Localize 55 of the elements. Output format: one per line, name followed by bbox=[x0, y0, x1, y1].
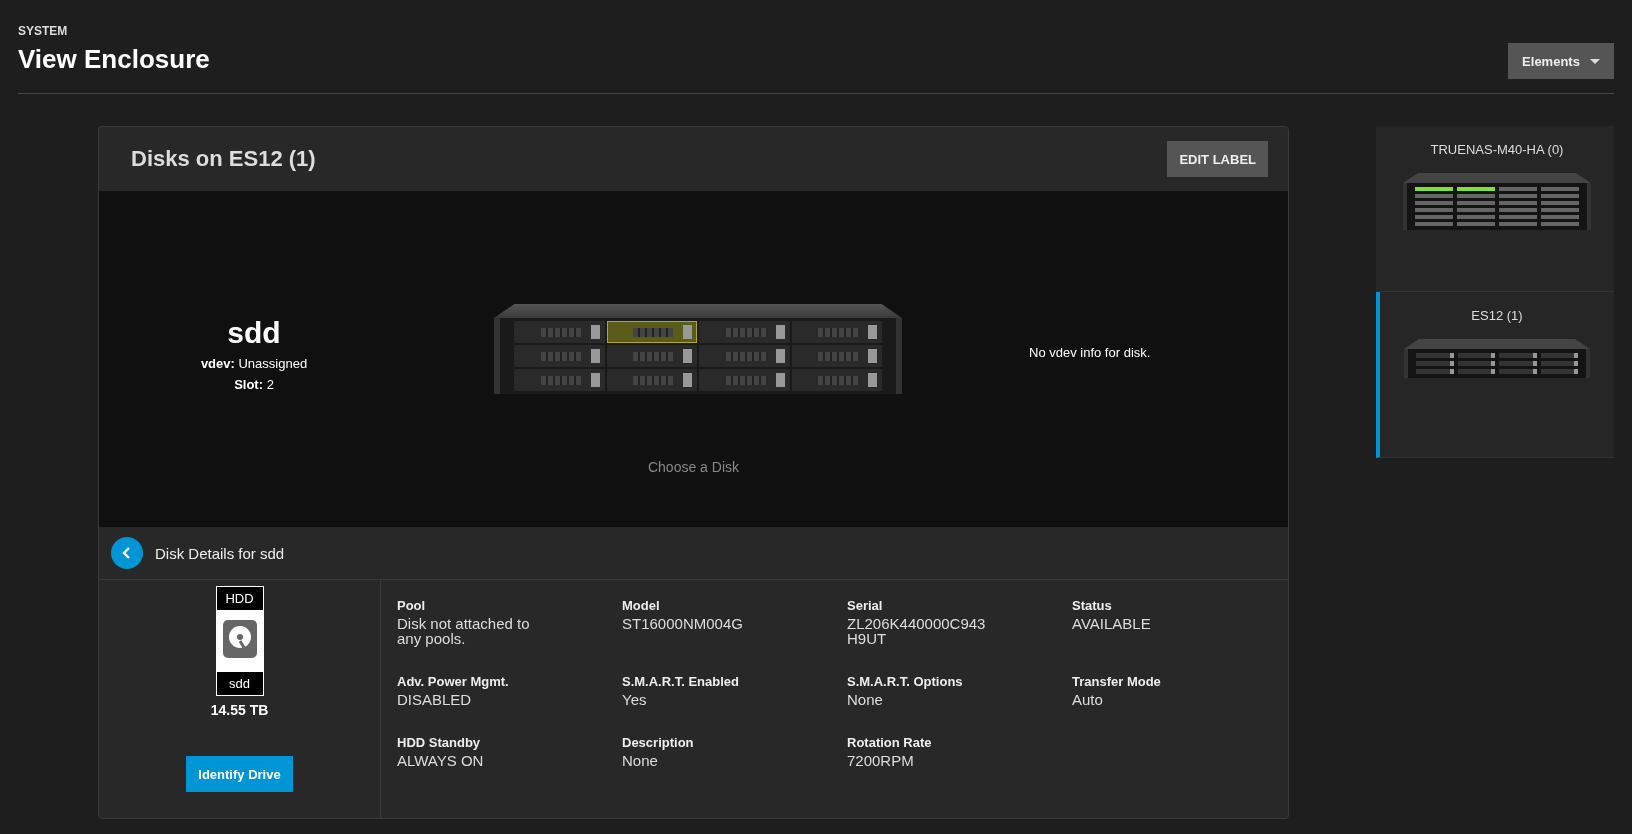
field-value: Yes bbox=[622, 692, 648, 707]
choose-disk-hint: Choose a Disk bbox=[646, 459, 740, 475]
caret-icon bbox=[1589, 58, 1600, 64]
edit-label-button[interactable]: EDIT LABEL bbox=[1167, 141, 1268, 177]
card-title: Disks on ES12 (1) bbox=[131, 146, 316, 172]
drive-bay[interactable] bbox=[699, 369, 790, 391]
page-title: View Enclosure bbox=[18, 44, 210, 75]
back-button[interactable] bbox=[111, 537, 143, 569]
field-label: Pool bbox=[397, 598, 427, 613]
field-label: Serial bbox=[847, 598, 884, 613]
field-label: Status bbox=[1072, 598, 1113, 613]
vdev-info-text: No vdev info for disk. bbox=[1029, 345, 1151, 360]
vdev-text: vdev: Unassigned bbox=[200, 356, 308, 371]
details-title: Disk Details for sdd bbox=[155, 544, 285, 562]
drive-bay[interactable] bbox=[699, 321, 790, 343]
disk-size: 14.55 TB bbox=[210, 702, 269, 718]
drive-bay[interactable] bbox=[699, 345, 790, 367]
drive-bay[interactable] bbox=[791, 345, 882, 367]
drive-bay[interactable] bbox=[514, 345, 605, 367]
section-label: SYSTEM bbox=[18, 24, 69, 38]
slot-text: Slot: 2 bbox=[234, 377, 274, 392]
field-label: S.M.A.R.T. Options bbox=[847, 674, 964, 689]
drive-bay[interactable] bbox=[514, 321, 605, 343]
field-value: 7200RPM bbox=[847, 753, 915, 768]
disk-device-label: sdd bbox=[216, 672, 263, 695]
field-value: DISABLED bbox=[397, 692, 473, 707]
field-label: Transfer Mode bbox=[1072, 674, 1162, 689]
field-value: None bbox=[622, 753, 659, 768]
drive-bay[interactable] bbox=[791, 321, 882, 343]
elements-dropdown[interactable]: Elements bbox=[1508, 43, 1614, 79]
enclosure-item[interactable]: ES12 (1) bbox=[1376, 292, 1614, 458]
field-label: HDD Standby bbox=[397, 735, 482, 750]
field-label: Rotation Rate bbox=[847, 735, 933, 750]
field-value: ST16000NM004G bbox=[622, 616, 744, 631]
field-label: Description bbox=[622, 735, 695, 750]
field-value: None bbox=[847, 692, 884, 707]
disk-type-label: HDD bbox=[216, 587, 263, 610]
drive-bay[interactable] bbox=[606, 345, 697, 367]
chevron-left-icon bbox=[122, 547, 132, 559]
field-label: Model bbox=[622, 598, 661, 613]
identify-drive-button[interactable]: Identify Drive bbox=[186, 756, 293, 792]
field-value: Disk not attached to any pools. bbox=[397, 616, 531, 646]
drive-bay[interactable] bbox=[606, 369, 697, 391]
field-label: Adv. Power Mgmt. bbox=[397, 674, 510, 689]
field-value: AVAILABLE bbox=[1072, 616, 1152, 631]
disk-name: sdd bbox=[227, 316, 281, 350]
hard-drive-icon bbox=[221, 619, 258, 659]
field-label: S.M.A.R.T. Enabled bbox=[622, 674, 740, 689]
drive-bay[interactable] bbox=[514, 369, 605, 391]
field-value: Auto bbox=[1072, 692, 1104, 707]
drive-bay[interactable] bbox=[791, 369, 882, 391]
field-value: ALWAYS ON bbox=[397, 753, 485, 768]
enclosure-item[interactable]: TRUENAS-M40-HA (0) bbox=[1376, 126, 1614, 292]
drive-bay[interactable] bbox=[606, 321, 697, 343]
field-value: ZL206K440000C943H9UT bbox=[847, 616, 987, 646]
